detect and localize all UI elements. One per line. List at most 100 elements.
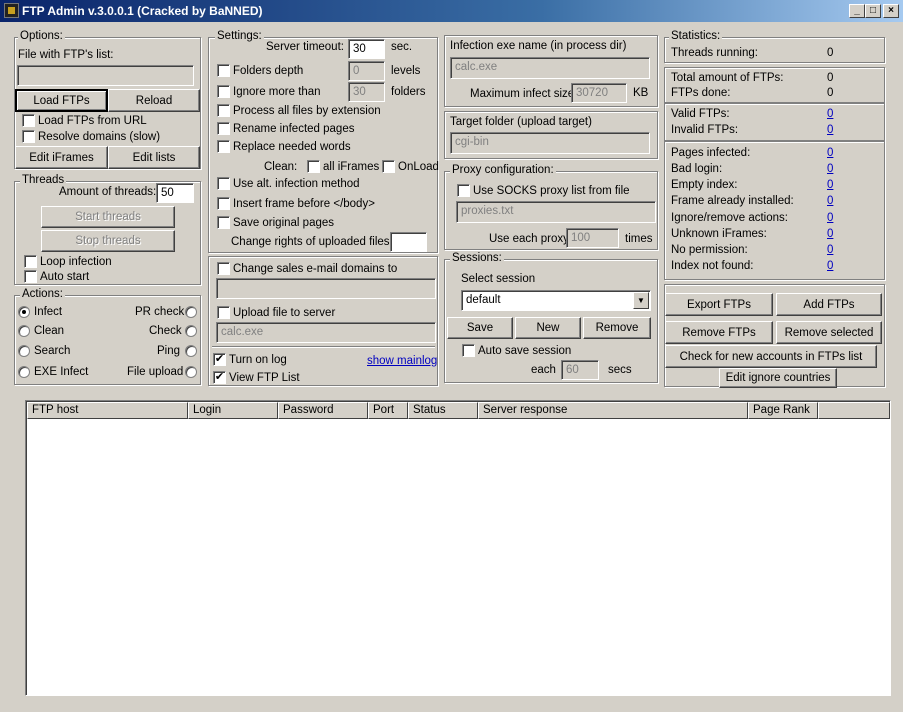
show-mainlog-link[interactable]: show mainlog	[367, 355, 437, 367]
threads-running-value: 0	[827, 47, 834, 59]
ignore-more-input[interactable]: 30	[348, 82, 385, 102]
chevron-down-icon[interactable]: ▼	[633, 292, 649, 309]
export-ftps-button[interactable]: Export FTPs	[665, 293, 773, 316]
target-folder-input[interactable]: cgi-bin	[450, 132, 650, 154]
session-new-button[interactable]: New	[515, 317, 581, 339]
folders-depth-input[interactable]: 0	[348, 61, 385, 81]
empty-index-link[interactable]: 0	[827, 179, 833, 191]
minimize-button[interactable]: _	[849, 4, 865, 18]
settings-title: Settings:	[215, 30, 264, 42]
upload-file-checkbox[interactable]	[217, 306, 230, 319]
alt-method-checkbox[interactable]	[217, 177, 230, 190]
rename-infected-checkbox[interactable]	[217, 122, 230, 135]
close-button[interactable]: ×	[883, 4, 899, 18]
total-ftps-label: Total amount of FTPs:	[671, 72, 784, 84]
search-radio[interactable]	[18, 345, 30, 357]
ignore-remove-link[interactable]: 0	[827, 212, 833, 224]
auto-save-checkbox[interactable]	[462, 344, 475, 357]
pr-check-radio[interactable]	[185, 306, 197, 318]
bad-login-link[interactable]: 0	[827, 163, 833, 175]
edit-lists-button[interactable]: Edit lists	[108, 146, 200, 169]
save-original-checkbox[interactable]	[217, 216, 230, 229]
ping-radio[interactable]	[185, 345, 197, 357]
proxy-file-input[interactable]: proxies.txt	[456, 201, 656, 223]
turn-on-log-checkbox[interactable]: ✔	[213, 353, 226, 366]
auto-start-checkbox[interactable]	[24, 270, 37, 283]
edit-iframes-button[interactable]: Edit iFrames	[15, 146, 108, 169]
ignore-more-checkbox[interactable]	[217, 85, 230, 98]
check-new-accounts-button[interactable]: Check for new accounts in FTPs list	[665, 345, 877, 368]
use-each-proxy-label: Use each proxy	[489, 233, 569, 245]
insert-frame-checkbox[interactable]	[217, 197, 230, 210]
max-infect-size-unit: KB	[633, 87, 649, 99]
column-status[interactable]: Status	[408, 402, 478, 419]
session-dropdown[interactable]: default ▼	[461, 290, 651, 311]
index-not-found-label: Index not found:	[671, 260, 754, 272]
use-socks-checkbox[interactable]	[457, 184, 470, 197]
load-from-url-checkbox[interactable]	[22, 114, 35, 127]
process-all-label: Process all files by extension	[233, 105, 381, 117]
infect-radio[interactable]	[18, 306, 30, 318]
file-upload-radio[interactable]	[185, 366, 197, 378]
edit-ignore-countries-button[interactable]: Edit ignore countries	[719, 368, 837, 388]
bad-login-label: Bad login:	[671, 163, 723, 175]
add-ftps-button[interactable]: Add FTPs	[776, 293, 882, 316]
auto-save-unit: secs	[608, 364, 632, 376]
exe-infect-radio[interactable]	[18, 366, 30, 378]
clean-all-iframes-checkbox[interactable]	[307, 160, 320, 173]
app-icon	[4, 3, 19, 18]
use-each-proxy-input[interactable]: 100	[566, 228, 619, 248]
rename-infected-label: Rename infected pages	[233, 123, 355, 135]
change-sales-input[interactable]	[216, 278, 436, 299]
amount-threads-input[interactable]: 50	[156, 183, 194, 203]
threads-running-label: Threads running:	[671, 47, 758, 59]
column-password[interactable]: Password	[278, 402, 368, 419]
valid-ftps-link[interactable]: 0	[827, 108, 833, 120]
folders-depth-checkbox[interactable]	[217, 64, 230, 77]
ftp-list-table[interactable]: FTP host Login Password Port Status Serv…	[25, 400, 891, 696]
invalid-ftps-link[interactable]: 0	[827, 124, 833, 136]
stop-threads-button[interactable]: Stop threads	[41, 230, 175, 252]
clean-radio[interactable]	[18, 325, 30, 337]
column-port[interactable]: Port	[368, 402, 408, 419]
view-ftp-list-checkbox[interactable]: ✔	[213, 371, 226, 384]
infection-exe-input[interactable]: calc.exe	[450, 57, 650, 79]
alt-method-label: Use alt. infection method	[233, 178, 360, 190]
column-page-rank[interactable]: Page Rank	[748, 402, 818, 419]
max-infect-size-input[interactable]: 30720	[571, 83, 627, 103]
replace-words-checkbox[interactable]	[217, 140, 230, 153]
check-radio[interactable]	[185, 325, 197, 337]
resolve-domains-checkbox[interactable]	[22, 130, 35, 143]
title-bar: FTP Admin v.3.0.0.1 (Cracked by BaNNED) …	[0, 0, 903, 22]
remove-ftps-button[interactable]: Remove FTPs	[665, 321, 773, 344]
change-rights-input[interactable]	[390, 232, 427, 252]
unknown-iframes-link[interactable]: 0	[827, 228, 833, 240]
file-list-input[interactable]	[17, 65, 194, 86]
column-server-response[interactable]: Server response	[478, 402, 748, 419]
remove-selected-button[interactable]: Remove selected	[776, 321, 882, 344]
resolve-domains-label: Resolve domains (slow)	[38, 131, 161, 143]
pages-infected-link[interactable]: 0	[827, 147, 833, 159]
loop-infection-checkbox[interactable]	[24, 255, 37, 268]
frame-installed-link[interactable]: 0	[827, 195, 833, 207]
no-permission-label: No permission:	[671, 244, 748, 256]
maximize-button[interactable]: □	[865, 4, 881, 18]
reload-button[interactable]: Reload	[108, 89, 200, 112]
start-threads-button[interactable]: Start threads	[41, 206, 175, 228]
clean-onload-checkbox[interactable]	[382, 160, 395, 173]
server-timeout-input[interactable]: 30	[348, 39, 385, 59]
auto-save-interval-input[interactable]: 60	[561, 360, 599, 380]
settings-separator	[212, 346, 435, 348]
session-save-button[interactable]: Save	[447, 317, 513, 339]
column-login[interactable]: Login	[188, 402, 278, 419]
no-permission-link[interactable]: 0	[827, 244, 833, 256]
process-all-checkbox[interactable]	[217, 104, 230, 117]
session-remove-button[interactable]: Remove	[583, 317, 651, 339]
auto-save-each-label: each	[531, 364, 556, 376]
index-not-found-link[interactable]: 0	[827, 260, 833, 272]
ignore-more-unit: folders	[391, 86, 426, 98]
column-ftp-host[interactable]: FTP host	[27, 402, 188, 419]
change-sales-checkbox[interactable]	[217, 262, 230, 275]
load-ftps-button[interactable]: Load FTPs	[15, 89, 108, 112]
upload-file-input[interactable]: calc.exe	[216, 322, 436, 343]
